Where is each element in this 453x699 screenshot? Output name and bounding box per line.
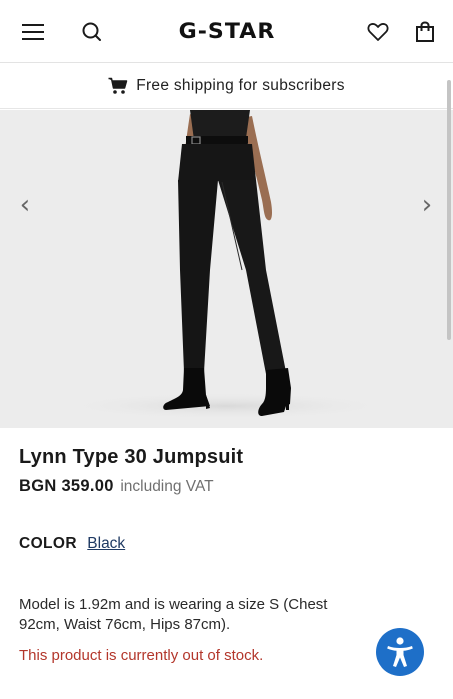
color-row: COLOR Black	[19, 535, 125, 553]
model-size-info: Model is 1.92m and is wearing a size S (…	[19, 596, 328, 633]
vat-note: including VAT	[120, 478, 214, 495]
accessibility-icon	[387, 637, 413, 667]
accessibility-button[interactable]	[376, 628, 424, 676]
shipping-banner-text: Free shipping for subscribers	[136, 76, 345, 94]
search-icon	[82, 22, 101, 41]
product-price: BGN 359.00	[19, 477, 114, 495]
product-info: Lynn Type 30 Jumpsuit BGN 359.00 includi…	[19, 446, 439, 496]
color-label: COLOR	[19, 535, 77, 552]
heart-icon	[367, 23, 389, 41]
menu-button[interactable]	[17, 16, 49, 48]
shopping-bag-icon	[416, 21, 434, 42]
wishlist-button[interactable]	[362, 16, 394, 48]
product-image	[56, 110, 396, 420]
previous-image-arrow[interactable]: ‹	[10, 190, 40, 220]
cart-button[interactable]	[409, 16, 441, 48]
next-image-arrow[interactable]: ›	[412, 190, 442, 220]
page-scrollbar[interactable]	[447, 80, 451, 340]
shipping-banner[interactable]: Free shipping for subscribers	[0, 63, 453, 109]
color-value-link[interactable]: Black	[87, 535, 125, 552]
brand-logo[interactable]: G-STAR	[162, 18, 292, 44]
site-header: G-STAR	[0, 0, 453, 63]
search-button[interactable]	[76, 16, 108, 48]
cart-icon	[108, 77, 128, 94]
out-of-stock-message: This product is currently out of stock.	[19, 647, 264, 664]
product-title: Lynn Type 30 Jumpsuit	[19, 446, 244, 468]
product-image-gallery[interactable]: ‹ ›	[0, 110, 453, 428]
menu-icon	[22, 24, 44, 40]
price-row: BGN 359.00 including VAT	[19, 477, 439, 496]
